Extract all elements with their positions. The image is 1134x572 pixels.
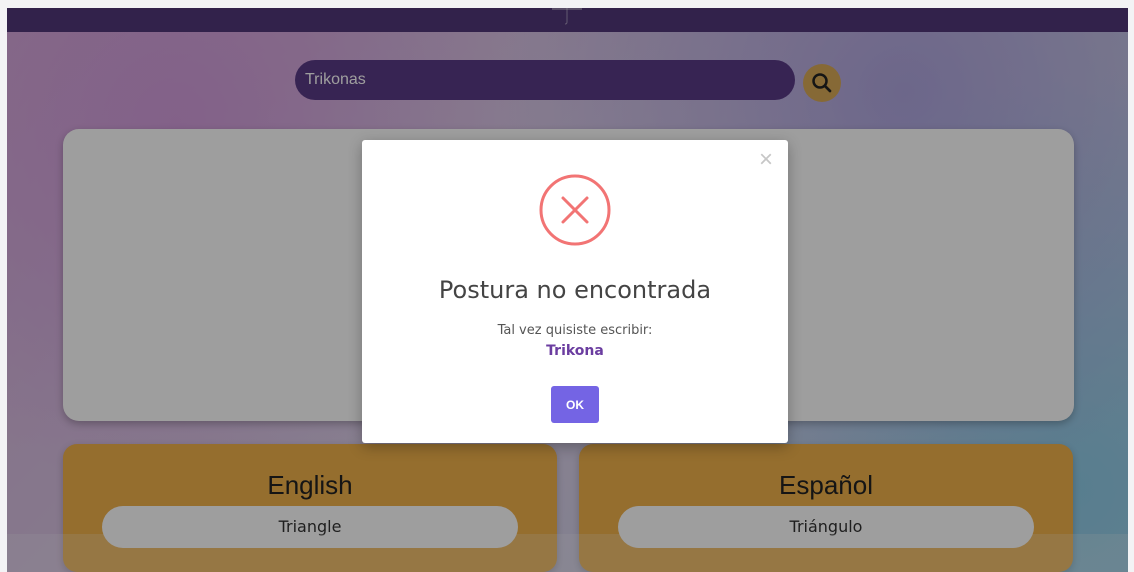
modal-close-button[interactable]: × — [756, 148, 776, 172]
error-circle-icon — [539, 174, 611, 246]
yoga-pose-search-page: English Triangle Español Triángulo × Pos… — [7, 8, 1128, 572]
close-icon: × — [758, 146, 773, 173]
modal-message: Tal vez quisiste escribir: — [497, 323, 653, 338]
pose-not-found-dialog: × Postura no encontrada Tal vez quisiste… — [362, 140, 788, 443]
suggested-pose-link[interactable]: Trikona — [362, 343, 788, 359]
ok-button[interactable]: OK — [551, 386, 599, 423]
modal-title: Postura no encontrada — [438, 276, 712, 304]
